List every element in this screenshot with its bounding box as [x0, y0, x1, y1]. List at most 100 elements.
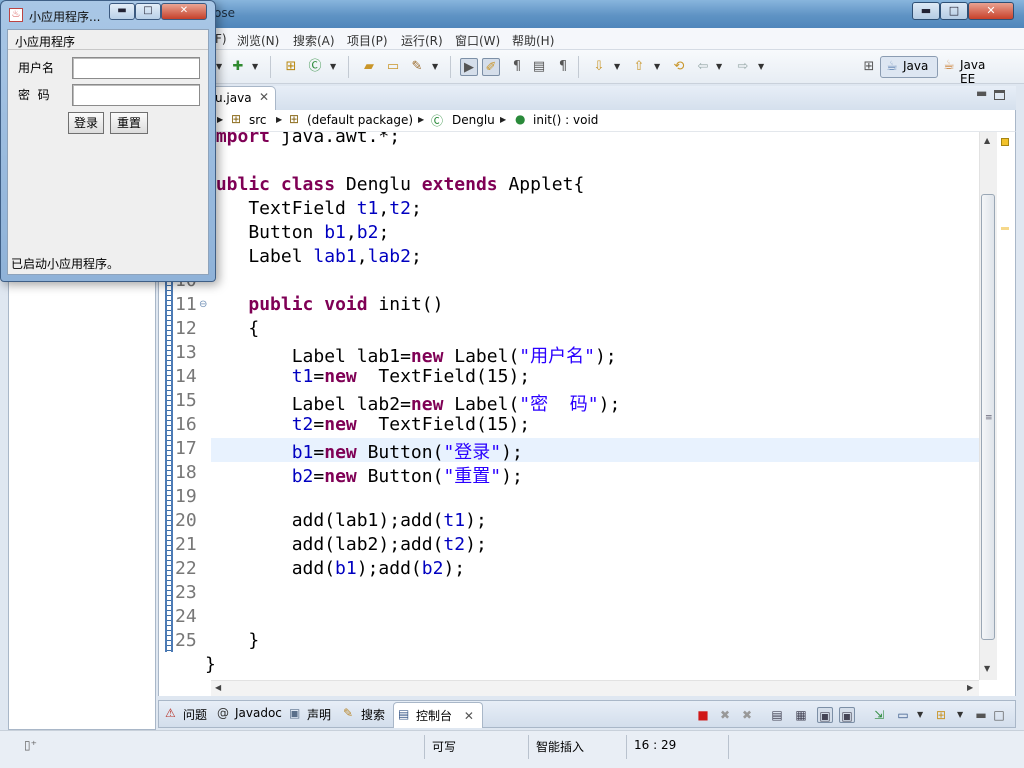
tab-search[interactable]: ✎ 搜索 — [343, 706, 385, 723]
new-class-icon[interactable]: Ⓒ — [306, 58, 324, 76]
chevron-down-icon[interactable]: ▼ — [432, 58, 440, 76]
code-line[interactable]: Label lab2=new Label("密 码"); — [205, 390, 621, 415]
open-console-icon[interactable]: ⊞ — [933, 707, 949, 723]
code-line[interactable]: add(lab1);add(t1); — [205, 510, 487, 534]
chevron-down-icon[interactable]: ▼ — [654, 58, 662, 76]
occurrence-marker[interactable] — [1001, 227, 1009, 230]
code-line[interactable]: add(b1);add(b2); — [205, 558, 465, 582]
breadcrumb-arrow-icon[interactable]: ▶ — [500, 115, 506, 124]
chevron-down-icon[interactable]: ▼ — [330, 58, 338, 76]
last-edit-location-icon[interactable]: ⟲ — [670, 58, 688, 76]
code-line[interactable]: TextField t1,t2; — [205, 198, 421, 222]
code-line[interactable]: Label lab1,lab2; — [205, 246, 421, 270]
code-area[interactable]: import java.awt.*; public class Denglu ex… — [205, 132, 987, 696]
code-line[interactable]: add(lab2);add(t2); — [205, 534, 487, 558]
code-editor[interactable]: 910111213141516171819202122232425 ⊖ impo… — [158, 132, 1016, 696]
chevron-down-icon[interactable]: ▼ — [917, 706, 925, 724]
tab-problems[interactable]: ⚠ 问题 — [165, 706, 207, 723]
chevron-down-icon[interactable]: ▼ — [216, 58, 224, 76]
terminate-icon[interactable]: ■ — [695, 707, 711, 723]
remove-launch-icon[interactable]: ✖ — [717, 707, 733, 723]
perspective-javaee[interactable]: ☕ Java EE — [938, 56, 1008, 86]
code-line[interactable]: { — [205, 318, 259, 342]
pin-console-icon[interactable]: ⇲ — [871, 707, 887, 723]
breadcrumb-class[interactable]: Denglu — [452, 113, 495, 127]
breadcrumb-arrow-icon[interactable]: ▶ — [217, 115, 223, 124]
menu-project[interactable]: 项目(P) — [347, 32, 388, 49]
chevron-down-icon[interactable]: ▼ — [957, 706, 965, 724]
scroll-right-arrow-icon[interactable]: ▶ — [967, 683, 973, 692]
close-button[interactable]: ✕ — [968, 2, 1014, 20]
close-icon[interactable]: ✕ — [464, 709, 474, 723]
tab-console[interactable]: ▤ 控制台 ✕ — [393, 702, 483, 728]
vertical-scrollbar[interactable]: ▲ ≡ ▼ — [979, 132, 997, 680]
menu-search[interactable]: 搜索(A) — [293, 32, 335, 49]
open-perspective-icon[interactable]: ⊞ — [860, 58, 878, 76]
breadcrumb-src[interactable]: src — [249, 113, 267, 127]
code-line[interactable]: t2=new TextField(15); — [205, 414, 530, 438]
open-type-icon[interactable]: ▰ — [360, 58, 378, 76]
login-button[interactable]: 登录 — [68, 112, 104, 134]
open-folder-icon[interactable]: ▭ — [384, 58, 402, 76]
reset-button[interactable]: 重置 — [110, 112, 148, 134]
previous-annotation-icon[interactable]: ⇧ — [630, 58, 648, 76]
applet-menu[interactable]: 小应用程序 — [15, 33, 75, 50]
block-selection-icon[interactable]: ▤ — [530, 58, 548, 76]
username-field[interactable] — [72, 57, 200, 79]
perspective-java[interactable]: ☕ Java — [880, 56, 938, 78]
remove-all-launches-icon[interactable]: ✖ — [739, 707, 755, 723]
fast-view-icon[interactable]: ▯⁺ — [24, 738, 37, 752]
show-whitespace-icon[interactable]: ¶ — [554, 58, 572, 76]
overview-ruler[interactable] — [997, 132, 1015, 680]
code-line[interactable]: public class Denglu extends Applet{ — [205, 174, 584, 198]
close-icon[interactable]: ✕ — [259, 90, 269, 104]
display-console-icon[interactable]: ▭ — [895, 707, 911, 723]
chevron-down-icon[interactable]: ▼ — [716, 58, 724, 76]
menu-help[interactable]: 帮助(H) — [512, 32, 554, 49]
code-line[interactable]: } — [205, 630, 259, 654]
mark-occurrences-icon[interactable]: ✐ — [482, 58, 500, 76]
run-with-icon[interactable]: ✚ — [229, 58, 247, 76]
maximize-icon[interactable]: □ — [991, 707, 1007, 723]
applet-title-bar[interactable]: ♨ 小应用程序... ▬ □ ✕ — [1, 1, 215, 29]
horizontal-scrollbar[interactable]: ◀ ▶ — [211, 680, 979, 696]
back-arrow-icon[interactable]: ⇦ — [694, 58, 712, 76]
code-line[interactable]: b1=new Button("登录"); — [205, 438, 523, 463]
scroll-up-arrow-icon[interactable]: ▲ — [984, 136, 990, 145]
chevron-down-icon[interactable]: ▼ — [252, 58, 260, 76]
chevron-down-icon[interactable]: ▼ — [614, 58, 622, 76]
scroll-lock-icon[interactable]: ▦ — [793, 707, 809, 723]
minimize-icon[interactable]: ▬ — [976, 86, 987, 100]
breadcrumb-method[interactable]: init() : void — [533, 113, 598, 127]
applet-minimize-button[interactable]: ▬ — [109, 3, 135, 20]
toggle-breadcrumb-icon[interactable]: ▶ — [460, 58, 478, 76]
applet-maximize-button[interactable]: □ — [135, 3, 161, 20]
search-tool-icon[interactable]: ✎ — [408, 58, 426, 76]
menu-file[interactable]: F) — [215, 32, 227, 46]
chevron-down-icon[interactable]: ▼ — [758, 58, 766, 76]
password-field[interactable] — [72, 84, 200, 106]
breadcrumb-arrow-icon[interactable]: ▶ — [276, 115, 282, 124]
breadcrumb-package[interactable]: (default package) — [307, 113, 413, 127]
tab-declaration[interactable]: ▣ 声明 — [289, 706, 331, 723]
breadcrumb-arrow-icon[interactable]: ▶ — [418, 115, 424, 124]
minimize-icon[interactable]: ▬ — [973, 707, 989, 723]
clear-console-icon[interactable]: ▤ — [769, 707, 785, 723]
tab-javadoc[interactable]: @ Javadoc — [217, 706, 282, 720]
maximize-icon[interactable] — [994, 90, 1005, 100]
code-line[interactable]: } — [205, 654, 216, 678]
code-line[interactable]: Button b1,b2; — [205, 222, 389, 246]
show-on-stderr-icon[interactable]: ▣ — [839, 707, 855, 723]
scroll-down-arrow-icon[interactable]: ▼ — [984, 664, 990, 673]
code-line[interactable]: Label lab1=new Label("用户名"); — [205, 342, 617, 367]
applet-close-button[interactable]: ✕ — [161, 3, 207, 20]
minimize-button[interactable]: ▬ — [912, 2, 940, 20]
new-package-icon[interactable]: ⊞ — [282, 58, 300, 76]
scroll-left-arrow-icon[interactable]: ◀ — [215, 683, 221, 692]
menu-run[interactable]: 运行(R) — [401, 32, 443, 49]
forward-arrow-icon[interactable]: ⇨ — [734, 58, 752, 76]
warning-marker[interactable] — [1001, 138, 1009, 146]
code-line[interactable]: t1=new TextField(15); — [205, 366, 530, 390]
next-annotation-icon[interactable]: ⇩ — [590, 58, 608, 76]
toggle-whitespace-icon[interactable]: ¶ — [508, 58, 526, 76]
